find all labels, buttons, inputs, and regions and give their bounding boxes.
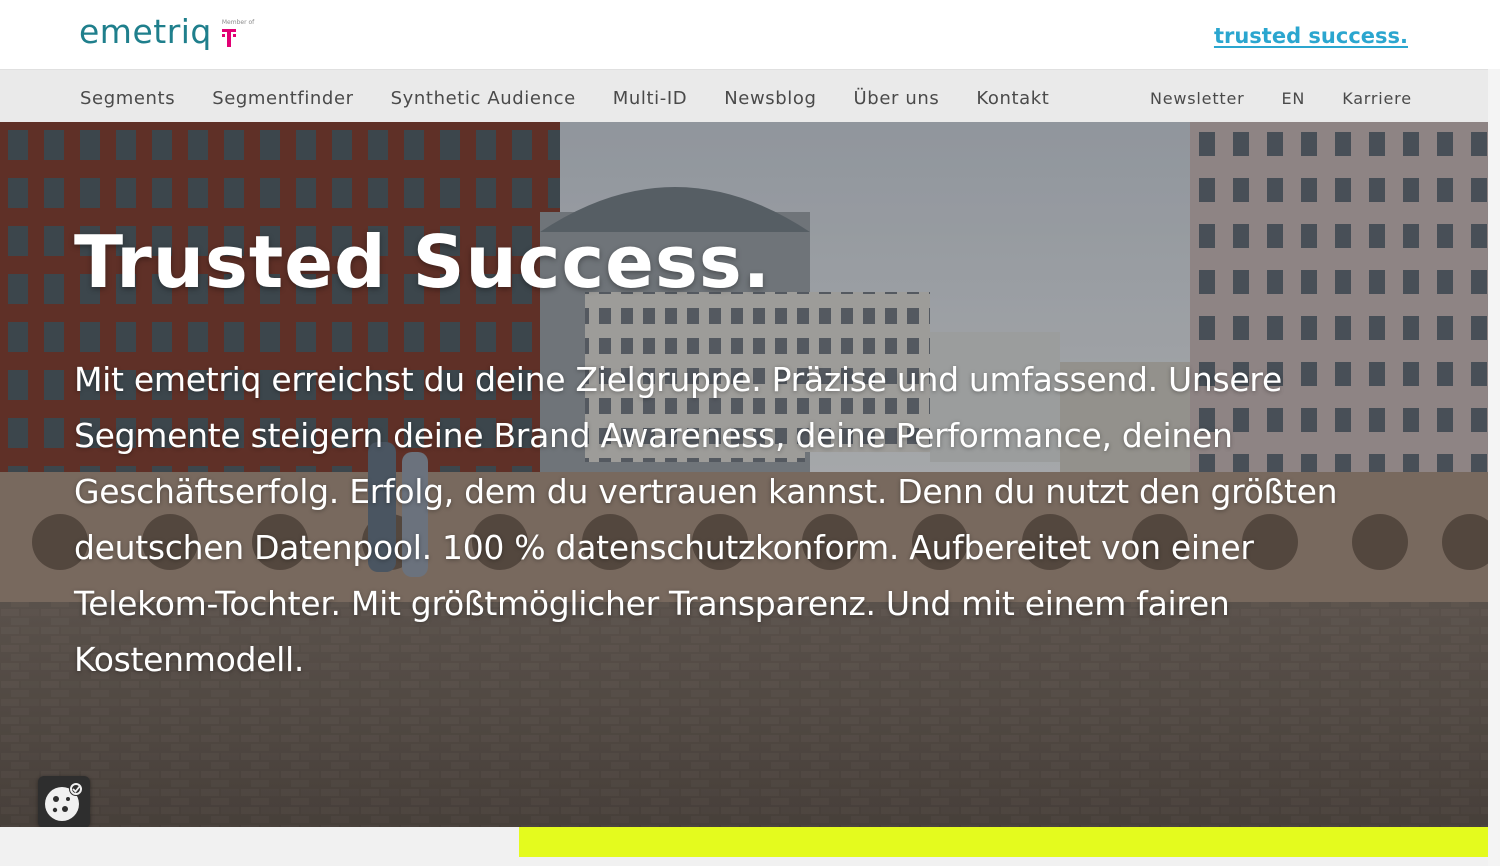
nav-item-multi-id[interactable]: Multi-ID (613, 88, 687, 109)
accent-bar (519, 827, 1488, 857)
tagline-link[interactable]: trusted success. (1214, 24, 1408, 48)
hero-section: Trusted Success. Mit emetriq erreichst d… (0, 122, 1488, 827)
secondary-nav: Newsletter EN Karriere (1150, 89, 1449, 108)
telekom-t-icon (221, 29, 236, 47)
nav-item-segmentfinder[interactable]: Segmentfinder (212, 88, 353, 109)
logo-wordmark: emetriq (79, 12, 212, 51)
main-navigation: Segments Segmentfinder Synthetic Audienc… (0, 69, 1488, 123)
cookie-settings-button[interactable] (38, 776, 90, 828)
emetriq-logo[interactable]: emetriq Member of (79, 14, 254, 50)
language-switch-en[interactable]: EN (1282, 89, 1306, 108)
nav-item-synthetic-audience[interactable]: Synthetic Audience (391, 88, 576, 109)
member-of-label: Member of (221, 19, 255, 26)
hero-description: Mit emetriq erreichst du deine Zielgrupp… (74, 360, 1338, 679)
nav-item-karriere[interactable]: Karriere (1342, 89, 1412, 108)
hero-title: Trusted Success. (74, 220, 772, 304)
nav-item-ueber-uns[interactable]: Über uns (854, 88, 940, 109)
member-of-telekom: Member of (221, 19, 255, 47)
cookie-settings-icon (45, 782, 83, 821)
page-scrollbar[interactable] (1488, 69, 1500, 866)
nav-item-segments[interactable]: Segments (80, 88, 175, 109)
nav-item-newsletter[interactable]: Newsletter (1150, 89, 1245, 108)
primary-nav: Segments Segmentfinder Synthetic Audienc… (80, 88, 1086, 109)
nav-item-kontakt[interactable]: Kontakt (976, 88, 1049, 109)
nav-item-newsblog[interactable]: Newsblog (724, 88, 816, 109)
header: emetriq Member of trusted success. (0, 0, 1500, 69)
